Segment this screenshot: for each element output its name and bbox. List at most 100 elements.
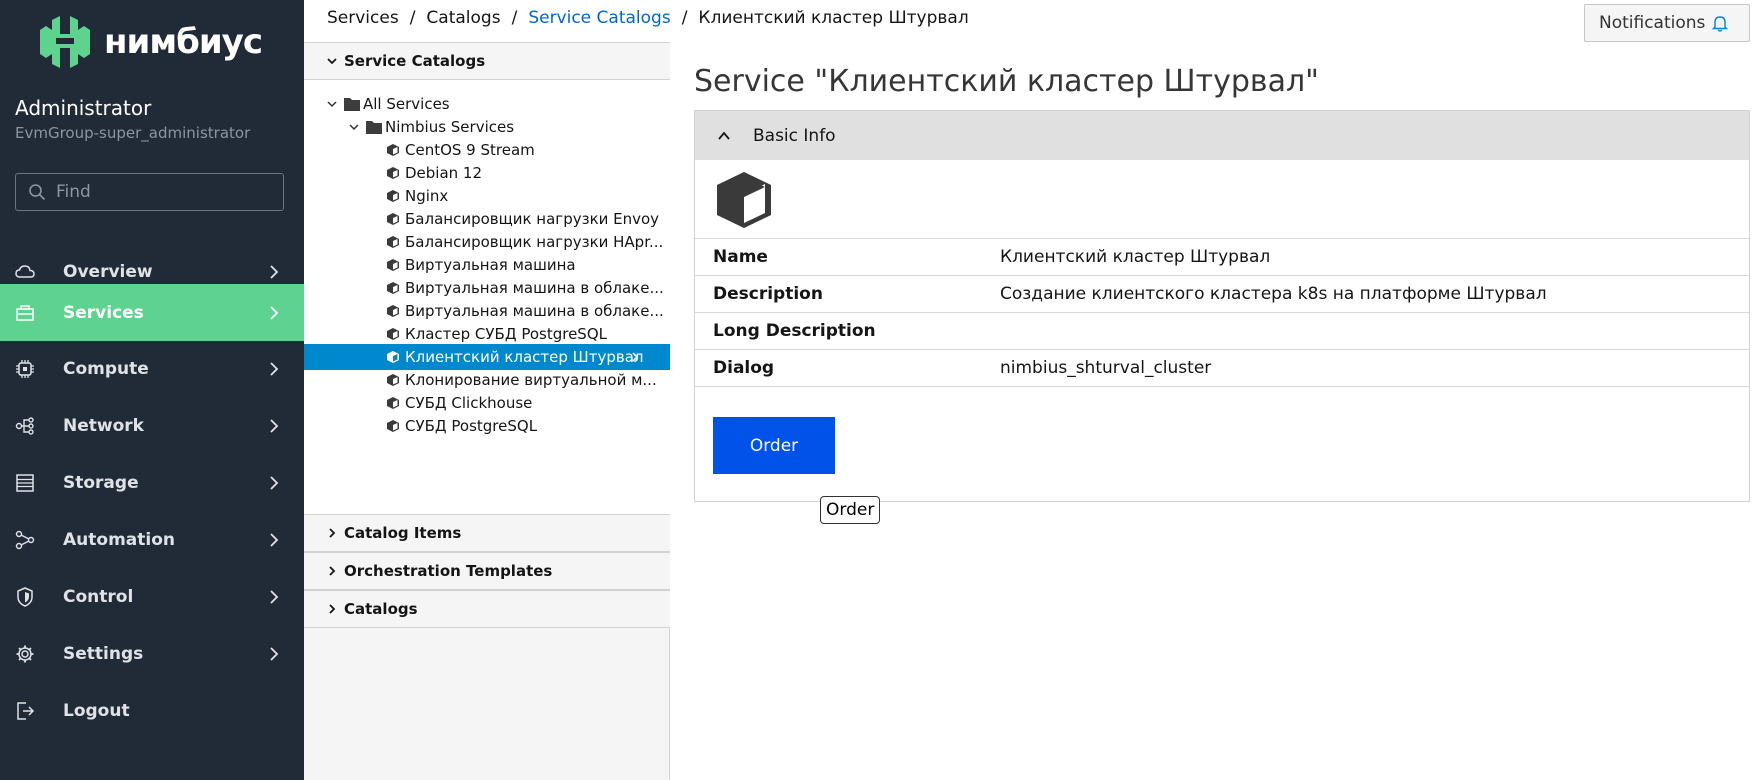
automation-icon (15, 530, 35, 549)
chevron-right-icon (632, 352, 639, 362)
cube-icon (387, 213, 399, 225)
nav-item-storage[interactable]: Storage (0, 454, 304, 511)
accordion-label: Catalogs (344, 600, 418, 618)
search-box[interactable] (15, 173, 284, 211)
field-key: Name (713, 247, 768, 267)
bell-icon (1712, 16, 1729, 32)
chevron-right-icon (270, 305, 279, 320)
accordion-label: Service Catalogs (344, 52, 486, 70)
breadcrumb-separator: / (511, 8, 518, 28)
tree-node-label: All Services (363, 95, 450, 113)
logout-icon (17, 701, 35, 720)
field-row-name: Name Клиентский кластер Штурвал (695, 238, 1749, 275)
chevron-right-icon (270, 532, 279, 547)
accordion-label: Orchestration Templates (344, 562, 553, 580)
nav-label: Services (63, 302, 144, 323)
tree-node-label: CentOS 9 Stream (405, 141, 535, 159)
chevron-right-icon (270, 361, 279, 376)
breadcrumb-separator: / (409, 8, 416, 28)
breadcrumb-item-services[interactable]: Services (327, 8, 399, 28)
accordion-service-catalogs[interactable]: Service Catalogs (304, 42, 670, 80)
chevron-right-icon (270, 418, 279, 433)
nav-item-services[interactable]: Services (0, 284, 304, 341)
field-key: Description (713, 284, 823, 304)
tree-node-label: Nginx (405, 187, 449, 205)
storage-icon (16, 473, 34, 492)
cube-icon (387, 374, 399, 386)
order-tooltip: Order (820, 496, 881, 524)
field-row-dialog: Dialog nimbius_shturval_cluster (695, 349, 1749, 386)
tree-node-service[interactable]: СУБД PostgreSQL (386, 413, 537, 439)
user-group[interactable]: EvmGroup-super_administrator (15, 124, 250, 142)
accordion-orchestration-templates[interactable]: Orchestration Templates (304, 552, 670, 590)
cube-icon (387, 351, 399, 363)
page-title: Service "Клиентский кластер Штурвал" (694, 64, 1319, 99)
network-icon (15, 416, 34, 435)
accordion-catalogs[interactable]: Catalogs (304, 590, 670, 628)
chevron-right-icon (270, 264, 279, 279)
cube-icon (387, 259, 399, 271)
tree-node-label: Debian 12 (405, 164, 483, 182)
nav-label: Logout (63, 700, 130, 721)
notifications-label: Notifications (1599, 13, 1706, 33)
field-value: nimbius_shturval_cluster (1000, 358, 1212, 378)
basic-info-toggle[interactable]: Basic Info (695, 111, 1749, 160)
brand-logo[interactable]: нимбиус (38, 16, 263, 68)
cube-icon (387, 144, 399, 156)
chevron-right-icon (329, 566, 336, 576)
breadcrumb: Services / Catalogs / Service Catalogs /… (327, 8, 969, 28)
user-name[interactable]: Administrator (15, 96, 151, 120)
nav-label: Compute (63, 358, 149, 379)
nav-item-control[interactable]: Control (0, 568, 304, 625)
shield-icon (17, 586, 33, 607)
service-catalog-tree: All Services Nimbius Services CentOS 9 S… (304, 80, 670, 514)
accordion-label: Catalog Items (344, 524, 462, 542)
nav-item-compute[interactable]: Compute (0, 340, 304, 397)
folder-icon (366, 121, 382, 134)
tree-node-label: Кластер СУБД PostgreSQL (405, 325, 607, 343)
chevron-right-icon (270, 475, 279, 490)
logo-mark-icon (40, 16, 90, 68)
tree-node-label: СУБД Clickhouse (405, 394, 533, 412)
brand-name: нимбиус (104, 22, 263, 62)
tree-node-label: Балансировщик нагрузки Envoy (405, 210, 660, 228)
divider (695, 386, 1749, 387)
breadcrumb-item-service-catalogs[interactable]: Service Catalogs (528, 8, 670, 28)
search-input[interactable] (56, 182, 276, 202)
services-icon (16, 304, 34, 321)
nav-item-network[interactable]: Network (0, 397, 304, 454)
cube-icon (387, 282, 399, 294)
nav-item-logout[interactable]: Logout (0, 682, 304, 739)
cube-icon (717, 172, 771, 228)
tree-node-label: Виртуальная машина в облаке... (405, 279, 664, 297)
section-title: Basic Info (753, 125, 836, 146)
gear-icon (16, 645, 34, 662)
cube-icon (387, 328, 399, 340)
nav-label: Control (63, 586, 134, 607)
accordion-catalog-items[interactable]: Catalog Items (304, 514, 670, 552)
chevron-down-icon (327, 101, 337, 108)
chevron-up-icon (718, 131, 730, 140)
chevron-right-icon (270, 646, 279, 661)
order-button[interactable]: Order (713, 417, 835, 474)
field-value: Создание клиентского кластера k8s на пла… (1000, 284, 1547, 304)
nav-label: Overview (63, 261, 153, 282)
breadcrumb-item-catalogs[interactable]: Catalogs (426, 8, 500, 28)
field-key: Dialog (713, 358, 775, 378)
cpu-icon (16, 359, 34, 378)
chevron-right-icon (270, 589, 279, 604)
cube-icon (387, 167, 399, 179)
nav-item-settings[interactable]: Settings (0, 625, 304, 682)
basic-info-card: Basic Info Name Клиентский кластер Штурв… (694, 110, 1750, 502)
field-value: Клиентский кластер Штурвал (1000, 247, 1271, 267)
tree-node-label: Клонирование виртуальной м... (405, 371, 657, 389)
left-navigation: нимбиус Administrator EvmGroup-super_adm… (0, 0, 304, 780)
breadcrumb-separator: / (681, 8, 688, 28)
nav-item-automation[interactable]: Automation (0, 511, 304, 568)
cube-icon (387, 397, 399, 409)
cube-icon (387, 305, 399, 317)
tree-node-label: Виртуальная машина в облаке... (405, 302, 664, 320)
chevron-down-icon (349, 124, 359, 131)
cloud-icon (15, 264, 35, 278)
notifications-button[interactable]: Notifications (1584, 4, 1750, 42)
